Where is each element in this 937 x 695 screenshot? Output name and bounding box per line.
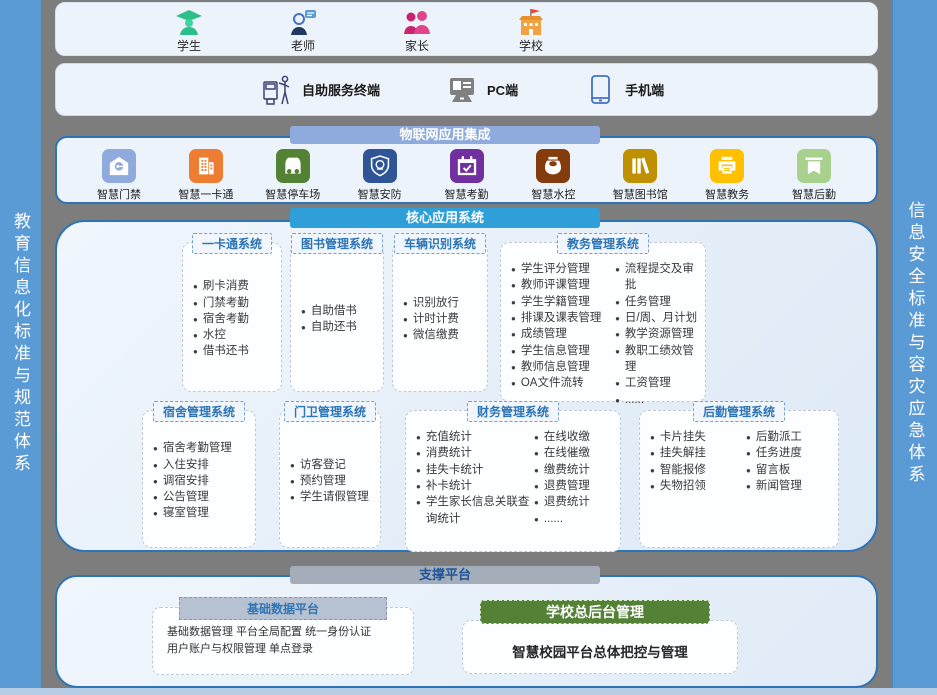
terminals-panel: 自助服务终端 PC端 (55, 63, 878, 116)
pc-icon (446, 75, 478, 105)
base-platform-line: 用户账户与权限管理 单点登录 (167, 641, 405, 658)
left-standards-label: 教育信息化标准与规范体系 (8, 212, 33, 476)
user-label: 学校 (501, 37, 561, 54)
iot-label: 智慧安防 (344, 186, 416, 202)
system-title: 后勤管理系统 (693, 401, 785, 422)
system-box-library: 图书管理系统 ●自助借书●自助还书 (290, 242, 384, 392)
iot-item-academic: 智慧教务 (691, 149, 763, 202)
system-title: 图书管理系统 (291, 233, 383, 254)
smart-campus-architecture-diagram: 教育信息化标准与规范体系 信息安全标准与容灾应急体系 学生 (0, 0, 937, 695)
iot-item-attendance: 智慧考勤 (431, 149, 503, 202)
system-item-list: ●刷卡消费●门禁考勤●宿舍考勤●水控●借书还书 (193, 253, 275, 385)
iot-item-logistics: 智慧后勤 (778, 149, 850, 202)
iot-label: 智慧一卡通 (170, 186, 242, 202)
student-icon (174, 8, 204, 36)
self-service-kiosk-icon (261, 73, 293, 107)
users-panel: 学生 老师 (55, 2, 878, 56)
system-item-list: ●卡片挂失●挂失解挂●智能报修●失物招领 (650, 429, 746, 541)
iot-label: 智慧门禁 (83, 186, 155, 202)
core-section-title: 核心应用系统 (290, 208, 600, 228)
terminal-item-pc: PC端 (446, 75, 518, 105)
base-data-platform-title: 基础数据平台 (179, 597, 387, 620)
iot-label: 智慧水控 (517, 186, 589, 202)
logistics-banner-icon (797, 149, 831, 183)
school-backend-title: 学校总后台管理 (480, 600, 710, 624)
user-item-student: 学生 (159, 8, 219, 54)
system-title: 财务管理系统 (467, 401, 559, 422)
system-title: 一卡通系统 (192, 233, 272, 254)
one-card-icon (189, 149, 223, 183)
user-label: 家长 (387, 37, 447, 54)
iot-label: 智慧停车场 (257, 186, 329, 202)
terminal-item-mobile: 手机端 (584, 74, 664, 106)
system-box-finance: 财务管理系统 ●充值统计●消费统计●挂失卡统计●补卡统计●学生家长信息关联查询统… (405, 410, 621, 552)
user-label: 学生 (159, 37, 219, 54)
iot-label: 智慧图书馆 (604, 186, 676, 202)
support-platform-panel: 基础数据平台 基础数据管理 平台全局配置 统一身份认证 用户账户与权限管理 单点… (55, 575, 878, 688)
terminal-label: 自助服务终端 (302, 80, 380, 99)
diagram-content: 学生 老师 (55, 0, 879, 695)
system-box-academic-affairs: 教务管理系统 ●学生评分管理●教师评课管理●学生学籍管理●排课及课表管理●成绩管… (500, 242, 706, 402)
base-platform-line: 基础数据管理 平台全局配置 统一身份认证 (167, 624, 405, 641)
user-item-parent: 家长 (387, 8, 447, 54)
water-control-icon (536, 149, 570, 183)
iot-panel: 智慧门禁 智慧一卡通 (55, 136, 878, 204)
mobile-phone-icon (584, 74, 616, 106)
iot-label: 智慧考勤 (431, 186, 503, 202)
library-books-icon (623, 149, 657, 183)
parking-icon (276, 149, 310, 183)
system-title: 门卫管理系统 (284, 401, 376, 422)
iot-section-title: 物联网应用集成 (290, 126, 600, 144)
academic-printer-icon (710, 149, 744, 183)
parents-icon (402, 8, 432, 36)
system-box-logistics: 后勤管理系统 ●卡片挂失●挂失解挂●智能报修●失物招领 ●后勤派工●任务进度●留… (639, 410, 839, 548)
teacher-icon (288, 8, 318, 36)
iot-item-security: 智慧安防 (344, 149, 416, 202)
terminal-item-kiosk: 自助服务终端 (261, 73, 380, 107)
system-box-vehicle: 车辆识别系统 ●识别放行●计时计费●微信缴费 (392, 242, 488, 392)
system-box-gatekeeper: 门卫管理系统 ●访客登记●预约管理●学生请假管理 (279, 410, 381, 548)
user-item-teacher: 老师 (273, 8, 333, 54)
school-backend-desc: 智慧校园平台总体把控与管理 (512, 633, 688, 661)
system-item-list: ●学生评分管理●教师评课管理●学生学籍管理●排课及课表管理●成绩管理●学生信息管… (511, 261, 615, 395)
school-backend-box: 智慧校园平台总体把控与管理 (462, 620, 738, 674)
right-security-bar: 信息安全标准与容灾应急体系 (892, 0, 937, 688)
iot-item-water-control: 智慧水控 (517, 149, 589, 202)
user-item-school: 学校 (501, 8, 561, 54)
system-title: 车辆识别系统 (394, 233, 486, 254)
system-item-list: ●自助借书●自助还书 (301, 253, 377, 385)
system-box-one-card: 一卡通系统 ●刷卡消费●门禁考勤●宿舍考勤●水控●借书还书 (182, 242, 282, 392)
iot-item-door-access: 智慧门禁 (83, 149, 155, 202)
support-section-title: 支撑平台 (290, 566, 600, 584)
system-item-list: ●访客登记●预约管理●学生请假管理 (290, 421, 374, 541)
user-label: 老师 (273, 37, 333, 54)
door-access-icon (102, 149, 136, 183)
iot-item-library: 智慧图书馆 (604, 149, 676, 202)
system-item-list: ●在线收缴●在线催缴●缴费统计●退费管理●退费统计●...... (534, 429, 590, 545)
left-standards-bar: 教育信息化标准与规范体系 (0, 0, 42, 688)
system-title: 宿舍管理系统 (153, 401, 245, 422)
system-title: 教务管理系统 (557, 233, 649, 254)
system-box-dormitory: 宿舍管理系统 ●宿舍考勤管理●入住安排●调宿安排●公告管理●寝室管理 (142, 410, 256, 548)
base-data-platform-box: 基础数据平台 基础数据管理 平台全局配置 统一身份认证 用户账户与权限管理 单点… (152, 607, 414, 675)
school-icon (516, 8, 546, 36)
terminal-label: PC端 (487, 80, 518, 99)
attendance-calendar-icon (450, 149, 484, 183)
terminal-label: 手机端 (625, 80, 664, 99)
iot-label: 智慧后勤 (778, 186, 850, 202)
security-shield-icon (363, 149, 397, 183)
system-item-list: ●充值统计●消费统计●挂失卡统计●补卡统计●学生家长信息关联查询统计 (416, 429, 534, 545)
iot-item-one-card: 智慧一卡通 (170, 149, 242, 202)
system-item-list: ●宿舍考勤管理●入住安排●调宿安排●公告管理●寝室管理 (153, 421, 249, 541)
iot-item-parking: 智慧停车场 (257, 149, 329, 202)
system-item-list: ●流程提交及审批●任务管理●日/周、月计划●教学资源管理●教职工绩效管理●工资管… (615, 261, 699, 395)
right-security-label: 信息安全标准与容灾应急体系 (903, 201, 928, 487)
system-item-list: ●后勤派工●任务进度●留言板●新闻管理 (746, 429, 802, 541)
iot-label: 智慧教务 (691, 186, 763, 202)
core-systems-panel: 一卡通系统 ●刷卡消费●门禁考勤●宿舍考勤●水控●借书还书 图书管理系统 ●自助… (55, 220, 878, 552)
system-item-list: ●识别放行●计时计费●微信缴费 (403, 253, 481, 385)
